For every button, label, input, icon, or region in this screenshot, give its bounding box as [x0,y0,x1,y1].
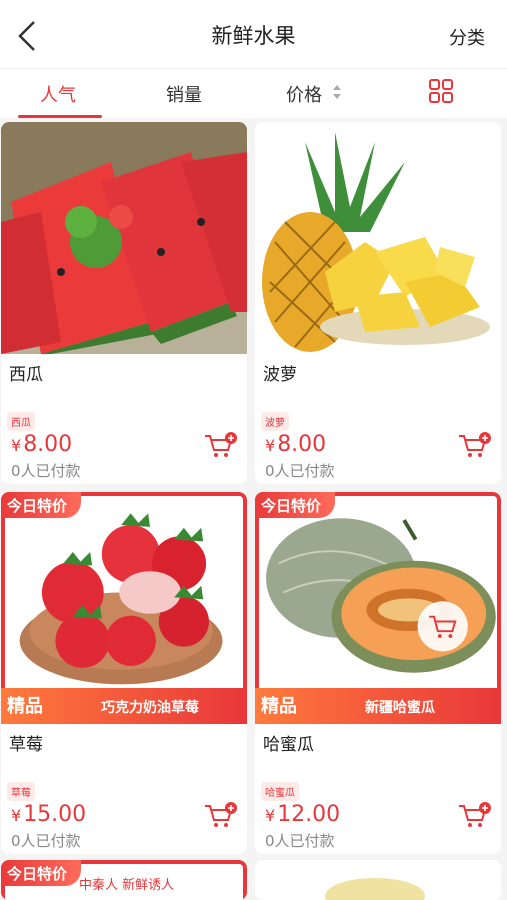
grid-view-icon[interactable] [428,78,454,104]
promo-slogan: 新疆哈蜜瓜 [365,700,435,716]
product-name: 波萝 [263,365,297,385]
add-to-cart-icon[interactable] [203,802,237,830]
product-card-watermelon[interactable]: 西瓜 西瓜 ¥8.00 0人已付款 [1,122,247,484]
header-bar: 新鲜水果 分类 [0,0,507,68]
add-to-cart-icon[interactable] [203,432,237,460]
deal-badge: 今日特价 [1,492,82,518]
paid-count: 0人已付款 [265,832,335,850]
paid-count: 0人已付款 [11,832,81,850]
product-tag: 草莓 [7,782,35,801]
product-card-partial[interactable]: 今日特价 中秦人 新鲜诱人 [1,860,247,900]
tab-sales[interactable]: 销量 [166,81,202,107]
product-price: ¥8.00 [265,432,327,457]
product-image [325,878,425,900]
deal-badge: 今日特价 [1,860,82,886]
product-tag: 波萝 [261,412,289,431]
product-name: 哈蜜瓜 [263,735,314,755]
product-name: 草莓 [9,735,43,755]
add-to-cart-icon[interactable] [457,432,491,460]
premium-label: 精品 [7,696,43,717]
product-name: 西瓜 [9,365,43,385]
premium-label: 精品 [261,696,297,717]
category-button[interactable]: 分类 [449,24,485,50]
pineapple-image [255,122,501,354]
promo-slogan: 巧克力奶油草莓 [101,700,199,716]
product-price: ¥12.00 [265,802,341,827]
watermelon-image [1,122,247,354]
product-price: ¥8.00 [11,432,73,457]
sort-arrows-icon[interactable] [332,84,342,100]
page-title: 新鲜水果 [211,24,296,48]
promo-slogan: 中秦人 新鲜诱人 [79,878,175,893]
deal-badge: 今日特价 [255,492,336,518]
paid-count: 0人已付款 [265,462,335,480]
product-tag: 哈蜜瓜 [261,782,299,801]
product-card-strawberry[interactable]: 今日特价 精品 巧克力奶油草莓 草莓 草莓 ¥15.00 0人已付款 [1,492,247,854]
active-tab-indicator [18,115,102,118]
product-card-hami-melon[interactable]: 今日特价 精品 新疆哈蜜瓜 哈蜜瓜 哈蜜瓜 ¥12.00 0人已付款 [255,492,501,854]
promo-banner: 精品 新疆哈蜜瓜 [255,688,501,724]
tab-popular[interactable]: 人气 [40,81,76,107]
product-tag: 西瓜 [7,412,35,431]
product-card-partial[interactable] [255,860,501,900]
product-price: ¥15.00 [11,802,87,827]
add-to-cart-icon[interactable] [457,802,491,830]
paid-count: 0人已付款 [11,462,81,480]
product-card-pineapple[interactable]: 波萝 波萝 ¥8.00 0人已付款 [255,122,501,484]
promo-banner: 精品 巧克力奶油草莓 [1,688,247,724]
tab-price[interactable]: 价格 [286,81,322,107]
